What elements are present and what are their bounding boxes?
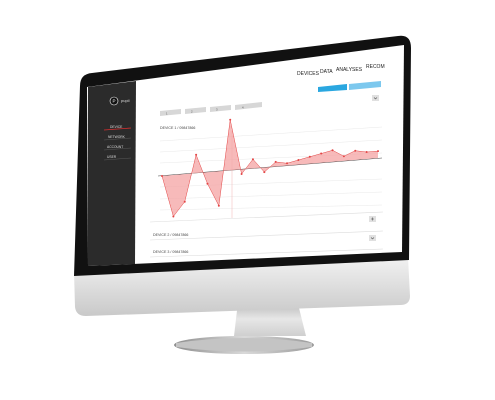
chart-point-7[interactable]: [240, 172, 243, 175]
chart-point-12[interactable]: [297, 159, 300, 162]
tab-2[interactable]: [185, 107, 206, 114]
nav-recom[interactable]: RECOM: [366, 64, 385, 70]
chart-point-3[interactable]: [195, 153, 198, 156]
chart-point-4[interactable]: [206, 182, 209, 185]
chart-point-2[interactable]: [183, 200, 186, 203]
chart-point-11[interactable]: [286, 162, 289, 165]
sidebar: [88, 81, 136, 266]
chart-point-18[interactable]: [365, 151, 368, 154]
tab-1[interactable]: [160, 109, 181, 116]
panel2-title: DEVICE 2 / 09847866: [153, 233, 188, 237]
logo-letter: P: [113, 99, 116, 104]
tab-3[interactable]: [210, 105, 231, 112]
chart-point-19[interactable]: [377, 150, 379, 153]
chart-point-13[interactable]: [308, 155, 311, 158]
panel1-title: DEVICE 1 / 09847866: [160, 126, 195, 130]
app-screen: P pupil DEVICE NETWORK ACCOUNT USER DEVI…: [0, 0, 495, 400]
app-name: pupil: [121, 98, 130, 103]
line-chart: [161, 118, 379, 218]
primary-button[interactable]: [318, 84, 347, 92]
chart-point-14[interactable]: [320, 152, 323, 155]
chart-point-6[interactable]: [229, 118, 232, 121]
chart-point-10[interactable]: [274, 160, 277, 163]
sidebar-item-label: NETWORK: [108, 135, 126, 139]
nav-devices[interactable]: DEVICES: [297, 71, 320, 77]
panel3-toggle-button[interactable]: [369, 235, 376, 241]
chart-point-17[interactable]: [354, 149, 357, 152]
secondary-button[interactable]: [349, 81, 381, 90]
chart-point-0[interactable]: [161, 175, 163, 177]
nav-data[interactable]: DATA: [320, 69, 333, 75]
chart-point-9[interactable]: [263, 171, 266, 174]
chart-point-1[interactable]: [172, 215, 175, 218]
chart-point-16[interactable]: [342, 155, 345, 158]
tab-4[interactable]: [235, 102, 262, 110]
chart-point-15[interactable]: [331, 149, 334, 152]
chart-point-8[interactable]: [251, 158, 254, 161]
chart-point-5[interactable]: [217, 204, 220, 207]
panel3-title: DEVICE 3 / 09847866: [153, 250, 188, 254]
sidebar-item-label: USER: [107, 155, 117, 159]
nav-analyses[interactable]: ANALYSES: [336, 67, 363, 73]
sidebar-item-label: DEVICE: [110, 125, 123, 129]
tabs-dropdown-button[interactable]: [372, 95, 379, 101]
sidebar-item-label: ACCOUNT: [107, 145, 123, 149]
